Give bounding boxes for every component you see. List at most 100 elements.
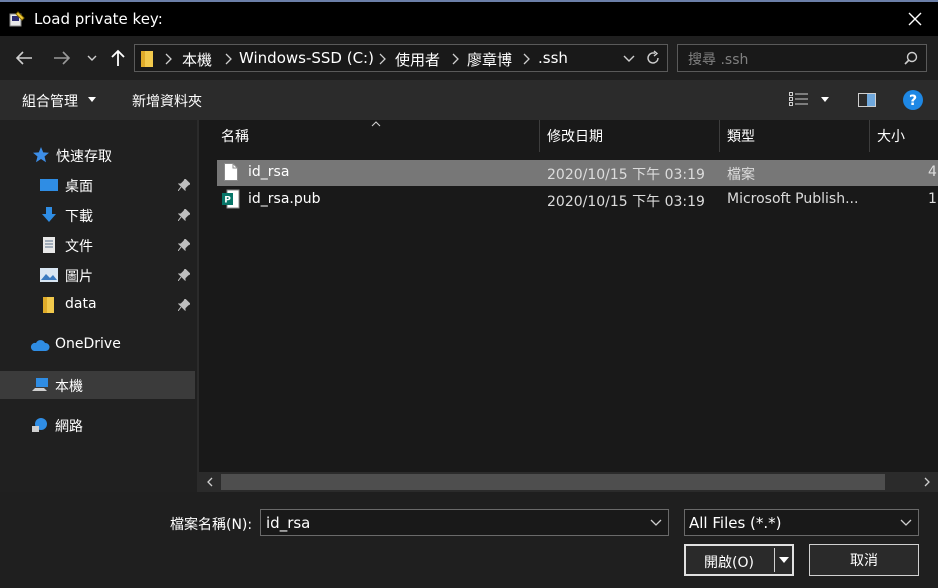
split-divider [774, 548, 775, 572]
file-type: 檔案 [727, 167, 755, 183]
breadcrumb-separator-icon [523, 53, 530, 65]
breadcrumb-drive[interactable]: Windows-SSD (C:) [239, 49, 374, 67]
navigation-pane: 快速存取 桌面 下載 文件 圖片 data OneDrive 本機 網路 [0, 120, 197, 492]
folder-icon [141, 51, 153, 67]
file-icon [224, 163, 238, 181]
star-icon [33, 147, 49, 163]
sidebar-item-label: 網路 [55, 419, 83, 435]
title-bar: Load private key: [0, 0, 938, 36]
sidebar-item-label: 圖片 [65, 269, 93, 285]
putty-key-icon [9, 11, 25, 27]
chevron-down-icon[interactable] [623, 55, 635, 63]
search-input[interactable]: 搜尋 .ssh [677, 44, 927, 72]
file-row-id-rsa[interactable]: id_rsa 2020/10/15 下午 03:19 檔案 4 [217, 160, 938, 186]
breadcrumb-separator-icon [165, 53, 172, 65]
cloud-icon [30, 340, 50, 351]
scrollbar-thumb[interactable] [221, 474, 885, 490]
horizontal-scrollbar[interactable] [199, 472, 938, 492]
file-list: 名稱 修改日期 類型 大小 id_rsa 2020/10/15 下午 03:19… [199, 120, 938, 472]
address-bar[interactable]: 本機 Windows-SSD (C:) 使用者 廖章博 .ssh [134, 44, 668, 72]
pin-icon[interactable] [178, 299, 190, 311]
column-header-size[interactable]: 大小 [870, 120, 938, 152]
chevron-down-icon [87, 55, 97, 61]
new-folder-button[interactable]: 新增資料夾 [132, 91, 202, 111]
forward-arrow-icon [54, 51, 71, 65]
command-bar: 組合管理 新增資料夾 ? [0, 80, 938, 120]
open-button[interactable]: 開啟(O) [684, 544, 794, 576]
file-name: id_rsa.pub [248, 191, 321, 207]
folder-icon [43, 297, 54, 313]
file-modified: 2020/10/15 下午 03:19 [547, 167, 705, 183]
chevron-down-icon[interactable] [650, 519, 662, 526]
breadcrumb-separator-icon [452, 53, 459, 65]
sidebar-item-pictures[interactable]: 圖片 [0, 261, 195, 289]
address-row: 本機 Windows-SSD (C:) 使用者 廖章博 .ssh 搜尋 .ssh [0, 36, 938, 80]
forward-button[interactable] [50, 46, 74, 70]
sidebar-item-onedrive[interactable]: OneDrive [0, 331, 195, 359]
filename-field[interactable]: id_rsa [260, 509, 669, 536]
column-header-type[interactable]: 類型 [720, 120, 869, 152]
sidebar-item-label: 桌面 [65, 179, 93, 195]
sidebar-item-label: 本機 [55, 379, 83, 395]
details-view-icon [789, 92, 808, 106]
sidebar-item-network[interactable]: 網路 [0, 411, 195, 439]
breadcrumb-this-pc[interactable]: 本機 [182, 49, 212, 70]
publisher-file-icon: P [222, 189, 240, 209]
sidebar-item-label: 快速存取 [56, 149, 112, 165]
sidebar-item-documents[interactable]: 文件 [0, 231, 195, 259]
file-size: 4 [928, 164, 937, 180]
refresh-icon[interactable] [645, 50, 661, 66]
file-size: 1 [928, 191, 937, 207]
up-button[interactable] [108, 46, 128, 70]
network-icon [32, 418, 47, 432]
sidebar-item-downloads[interactable]: 下載 [0, 201, 195, 229]
recent-locations-button[interactable] [84, 46, 100, 70]
sidebar-item-label: data [65, 296, 97, 312]
file-type-filter[interactable]: All Files (*.*) [684, 509, 919, 536]
view-options-button[interactable] [789, 92, 833, 110]
desktop-icon [40, 179, 58, 191]
column-header-name[interactable]: 名稱 [199, 120, 539, 152]
breadcrumb-separator-icon [225, 53, 232, 65]
chevron-down-icon [88, 97, 96, 102]
chevron-down-icon [821, 97, 829, 102]
cancel-button[interactable]: 取消 [809, 544, 919, 576]
svg-text:?: ? [909, 93, 917, 109]
close-icon [908, 12, 922, 26]
back-arrow-icon [15, 51, 32, 65]
pin-icon[interactable] [178, 209, 190, 221]
pin-icon[interactable] [178, 269, 190, 281]
close-button[interactable] [892, 2, 938, 36]
help-icon[interactable]: ? [903, 90, 923, 110]
file-modified: 2020/10/15 下午 03:19 [547, 194, 705, 210]
svg-text:P: P [224, 196, 231, 206]
breadcrumb-separator-icon [379, 53, 386, 65]
file-type: Microsoft Publish... [727, 191, 859, 207]
search-placeholder: 搜尋 .ssh [688, 52, 749, 68]
preview-pane-icon[interactable] [858, 93, 876, 107]
breadcrumb-users[interactable]: 使用者 [395, 49, 440, 70]
sidebar-item-quick-access[interactable]: 快速存取 [0, 141, 195, 169]
search-icon [904, 51, 918, 65]
dialog-footer: 檔案名稱(N): id_rsa All Files (*.*) 開啟(O) 取消 [0, 492, 938, 588]
scroll-left-icon[interactable] [204, 476, 216, 488]
computer-icon [32, 378, 48, 391]
pin-icon[interactable] [178, 239, 190, 251]
column-header-modified[interactable]: 修改日期 [540, 120, 719, 152]
file-row-id-rsa-pub[interactable]: P id_rsa.pub 2020/10/15 下午 03:19 Microso… [217, 187, 938, 213]
organize-button[interactable]: 組合管理 [22, 91, 78, 111]
sidebar-item-this-pc[interactable]: 本機 [0, 371, 195, 399]
document-icon [43, 237, 55, 253]
pin-icon[interactable] [178, 179, 190, 191]
sidebar-item-desktop[interactable]: 桌面 [0, 171, 195, 199]
up-arrow-icon [111, 49, 125, 66]
sidebar-item-label: 文件 [65, 239, 93, 255]
open-options-dropdown-icon[interactable] [779, 557, 789, 563]
back-button[interactable] [12, 46, 36, 70]
scroll-right-icon[interactable] [921, 476, 933, 488]
file-name: id_rsa [248, 164, 290, 180]
breadcrumb-ssh[interactable]: .ssh [538, 49, 568, 67]
breadcrumb-user-folder[interactable]: 廖章博 [467, 49, 512, 70]
filename-value: id_rsa [266, 514, 311, 532]
sidebar-item-data[interactable]: data [0, 291, 195, 319]
